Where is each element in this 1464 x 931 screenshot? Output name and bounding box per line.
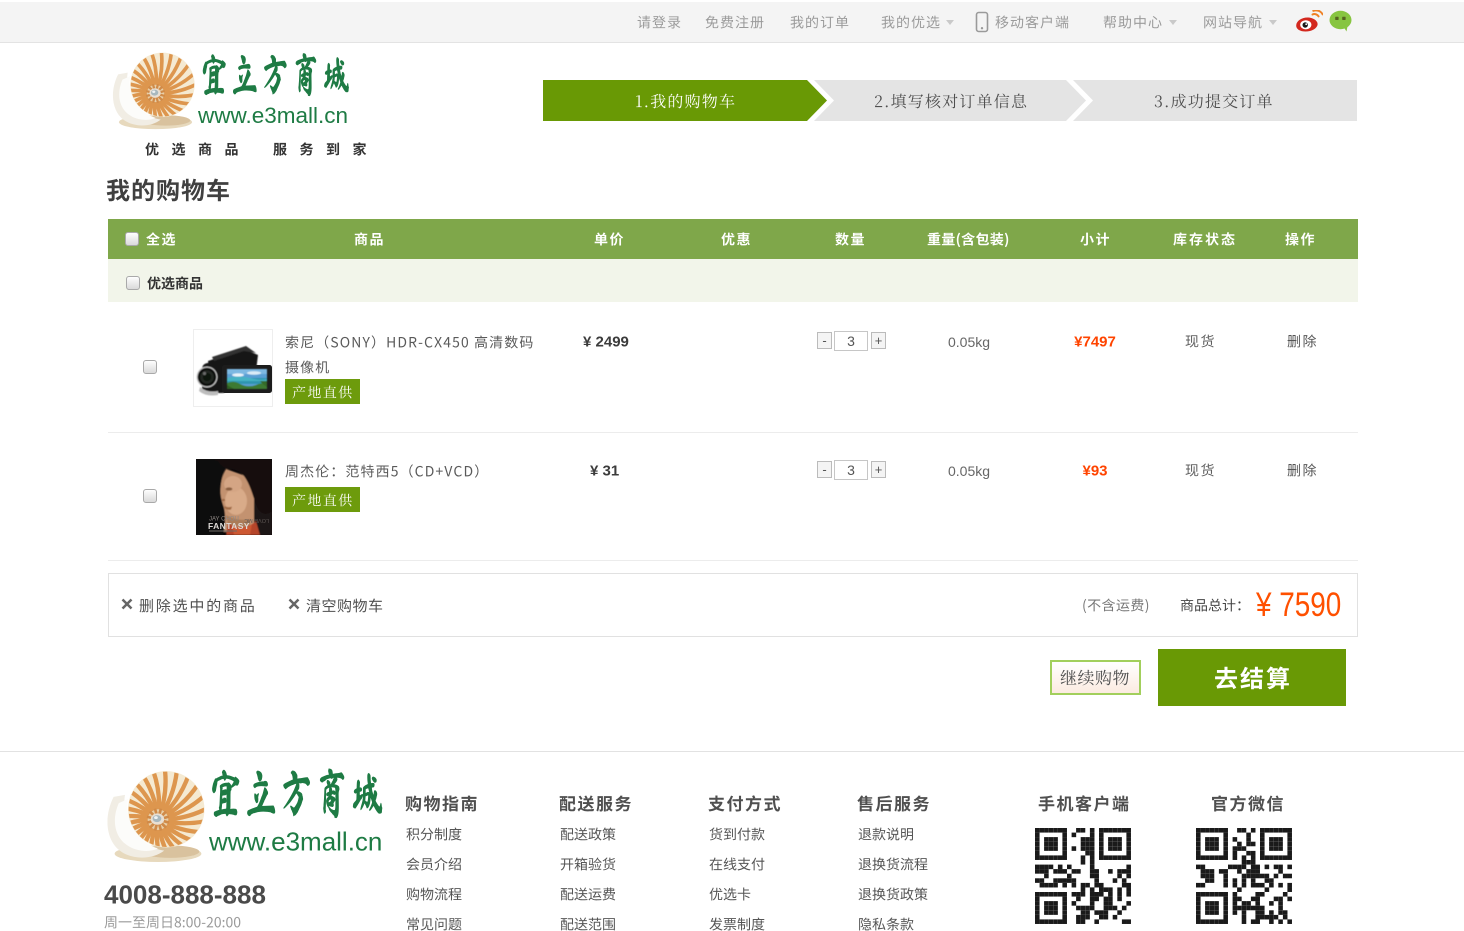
svg-text:FANTASY: FANTASY: [208, 521, 250, 531]
svg-text:LOVE MC: LOVE MC: [244, 517, 269, 523]
